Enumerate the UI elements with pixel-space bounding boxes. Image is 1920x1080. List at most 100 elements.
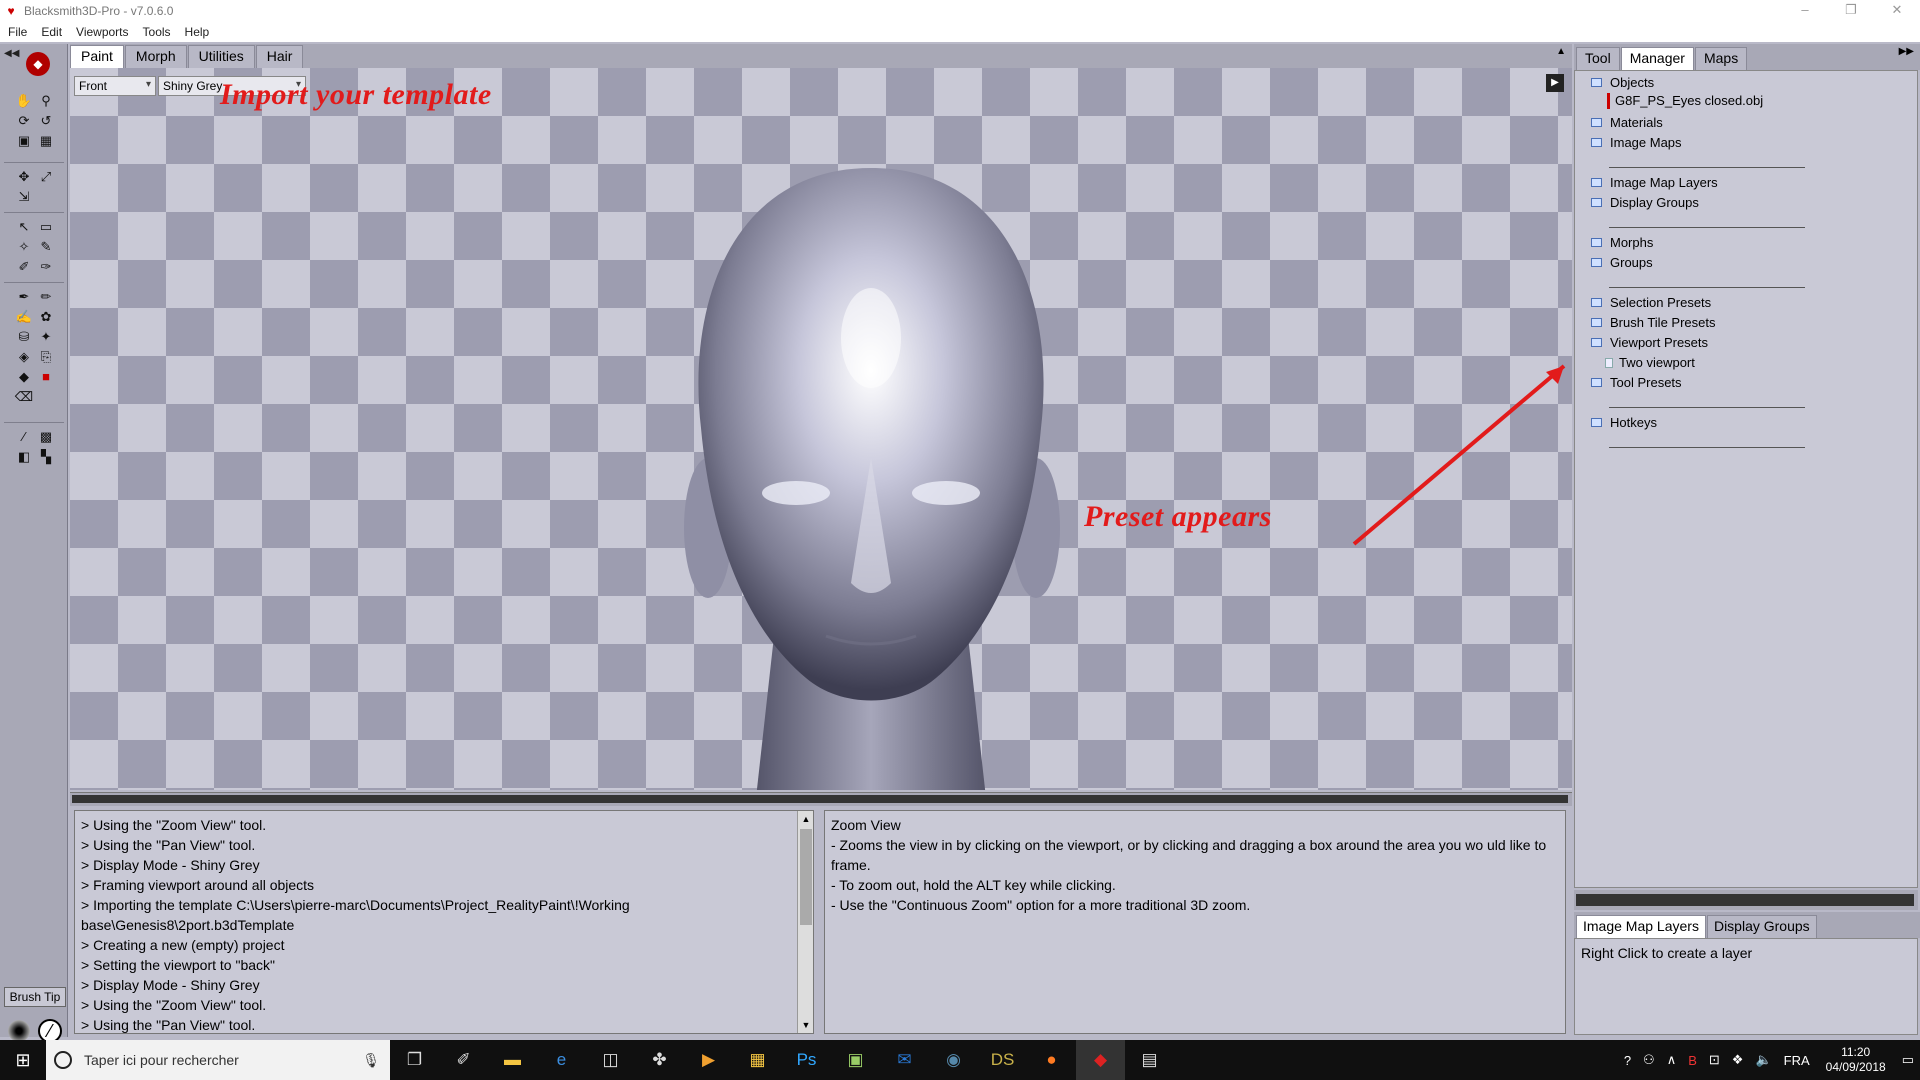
tab-display-groups[interactable]: Display Groups — [1706, 915, 1817, 938]
scroll-thumb[interactable] — [800, 829, 812, 925]
volume-icon[interactable]: 🔈 — [1755, 1052, 1771, 1068]
close-button[interactable]: ✕ — [1874, 0, 1920, 22]
airbrush-icon[interactable]: ✐ — [14, 258, 34, 276]
maximize-button[interactable]: ❐ — [1828, 0, 1874, 22]
viewport[interactable]: Front ▾ Shiny Grey ▾ ▶ Import your templ… — [70, 68, 1572, 790]
uv-icon[interactable]: ◧ — [14, 448, 34, 466]
tree-image-maps[interactable]: Image Maps — [1591, 135, 1682, 150]
dropper-icon[interactable]: ✍ — [14, 308, 34, 326]
dropbox-icon[interactable]: ❖ — [1732, 1052, 1744, 1068]
viewport-scrollbar[interactable] — [70, 792, 1572, 806]
collapse-up-icon[interactable]: ▲ — [1556, 46, 1566, 57]
scale-icon[interactable]: ⇲ — [14, 188, 34, 206]
tree-groups[interactable]: Groups — [1591, 255, 1653, 270]
tree-morphs[interactable]: Morphs — [1591, 235, 1653, 250]
zoom-icon[interactable]: ⚲ — [36, 92, 56, 110]
tab-paint[interactable]: Paint — [70, 45, 124, 68]
tree-tool-presets[interactable]: Tool Presets — [1591, 375, 1682, 390]
tab-hair[interactable]: Hair — [255, 45, 304, 68]
grid-icon[interactable]: ▦ — [36, 132, 56, 150]
play-icon[interactable]: ▶ — [1546, 74, 1564, 92]
store-icon[interactable]: ◫ — [586, 1040, 635, 1080]
pattern-icon[interactable]: ▩ — [36, 428, 56, 446]
menu-edit[interactable]: Edit — [41, 25, 62, 39]
pen-icon[interactable]: ✒ — [14, 288, 34, 306]
rotate-icon[interactable]: ⟳ — [14, 112, 34, 130]
menu-help[interactable]: Help — [185, 25, 210, 39]
task-view-icon[interactable]: ❐ — [390, 1040, 439, 1080]
shape-icon[interactable]: ◈ — [14, 348, 34, 366]
diamond-icon[interactable]: ◆ — [14, 368, 34, 386]
tab-manager[interactable]: Manager — [1620, 47, 1694, 70]
tree-display-groups[interactable]: Display Groups — [1591, 195, 1699, 210]
app-pinned-1-icon[interactable]: ✐ — [439, 1040, 488, 1080]
view-select[interactable]: Front ▾ — [74, 76, 156, 96]
fill-icon[interactable]: ⛁ — [14, 328, 34, 346]
tab-maps[interactable]: Maps — [1694, 47, 1748, 70]
tree-materials[interactable]: Materials — [1591, 115, 1663, 130]
tab-morph[interactable]: Morph — [124, 45, 187, 68]
daz-studio-icon[interactable]: DS — [978, 1040, 1027, 1080]
outlook-icon[interactable]: ✉ — [880, 1040, 929, 1080]
media-player-icon[interactable]: ▶ — [684, 1040, 733, 1080]
frame-icon[interactable]: ▣ — [14, 132, 34, 150]
log-scrollbar[interactable]: ▲ ▼ — [797, 811, 813, 1033]
microphone-icon[interactable]: 🎙 — [362, 1052, 380, 1069]
red-square-icon[interactable]: ■ — [36, 368, 56, 386]
scroll-down-icon[interactable]: ▼ — [798, 1017, 813, 1033]
pencil-icon[interactable]: ✏ — [36, 288, 56, 306]
pan-hand-icon[interactable]: ✋ — [14, 92, 34, 110]
language-indicator[interactable]: FRA — [1784, 1053, 1810, 1068]
tab-image-map-layers[interactable]: Image Map Layers — [1576, 915, 1706, 938]
menu-file[interactable]: File — [8, 25, 27, 39]
tree-brush-tile-presets[interactable]: Brush Tile Presets — [1591, 315, 1716, 330]
windows-start-icon[interactable]: ⊞ — [0, 1040, 46, 1080]
manager-scrollbar[interactable] — [1574, 890, 1918, 910]
transform-icon[interactable]: ⤢ — [36, 168, 56, 186]
tree-viewport-presets[interactable]: Viewport Presets — [1591, 335, 1708, 350]
picker-icon[interactable]: ⁄ — [14, 428, 34, 446]
layer-panel[interactable]: Right Click to create a layer — [1574, 938, 1918, 1035]
app-pinned-6-icon[interactable]: ▤ — [1125, 1040, 1174, 1080]
lasso-icon[interactable]: ↺ — [36, 112, 56, 130]
firefox-icon[interactable]: ● — [1027, 1040, 1076, 1080]
app-pinned-3-icon[interactable]: ▦ — [733, 1040, 782, 1080]
move-icon[interactable]: ✥ — [14, 168, 34, 186]
smudge-icon[interactable]: ✑ — [36, 258, 56, 276]
antivirus-icon[interactable]: B — [1688, 1053, 1697, 1068]
app-pinned-5-icon[interactable]: ◉ — [929, 1040, 978, 1080]
network-icon[interactable]: ⊡ — [1709, 1052, 1720, 1068]
tree-selection-presets[interactable]: Selection Presets — [1591, 295, 1711, 310]
paint-brush-icon[interactable]: ✎ — [36, 238, 56, 256]
app-pinned-4-icon[interactable]: ▣ — [831, 1040, 880, 1080]
brush-tip-label[interactable]: Brush Tip — [4, 987, 66, 1007]
taskbar-search[interactable]: Taper ici pour rechercher 🎙 — [46, 1040, 390, 1080]
photoshop-icon[interactable]: Ps — [782, 1040, 831, 1080]
edge-browser-icon[interactable]: e — [537, 1040, 586, 1080]
eraser-icon[interactable]: ⌫ — [14, 388, 34, 406]
tree-object-item[interactable]: G8F_PS_Eyes closed.obj — [1615, 93, 1763, 108]
tree-two-viewport[interactable]: Two viewport — [1605, 355, 1695, 370]
color-brush-icon[interactable]: ✿ — [36, 308, 56, 326]
tree-objects[interactable]: Objects — [1591, 75, 1654, 90]
tab-tool[interactable]: Tool — [1576, 47, 1620, 70]
collapse-right-icon[interactable]: ▶▶ — [1899, 46, 1914, 57]
tree-image-map-layers[interactable]: Image Map Layers — [1591, 175, 1718, 190]
clone-icon[interactable]: ⎘ — [36, 348, 56, 366]
blend-icon[interactable]: ✦ — [36, 328, 56, 346]
blacksmith-taskbar-icon[interactable]: ◆ — [1076, 1040, 1125, 1080]
notifications-icon[interactable]: ▭ — [1902, 1052, 1914, 1068]
menu-viewports[interactable]: Viewports — [76, 25, 128, 39]
tray-expand-icon[interactable]: ∧ — [1667, 1052, 1677, 1068]
app-pinned-2-icon[interactable]: ✤ — [635, 1040, 684, 1080]
help-circle-icon[interactable]: ? — [1624, 1053, 1631, 1068]
select-brush-icon[interactable]: ✧ — [14, 238, 34, 256]
marquee-icon[interactable]: ▭ — [36, 218, 56, 236]
minimize-button[interactable]: – — [1782, 0, 1828, 22]
people-icon[interactable]: ⚇ — [1643, 1052, 1655, 1068]
scroll-up-icon[interactable]: ▲ — [798, 811, 813, 827]
clock[interactable]: 11:20 04/09/2018 — [1826, 1045, 1886, 1075]
pointer-icon[interactable]: ↖ — [14, 218, 34, 236]
checker-icon[interactable]: ▚ — [36, 448, 56, 466]
tab-utilities[interactable]: Utilities — [187, 45, 255, 68]
